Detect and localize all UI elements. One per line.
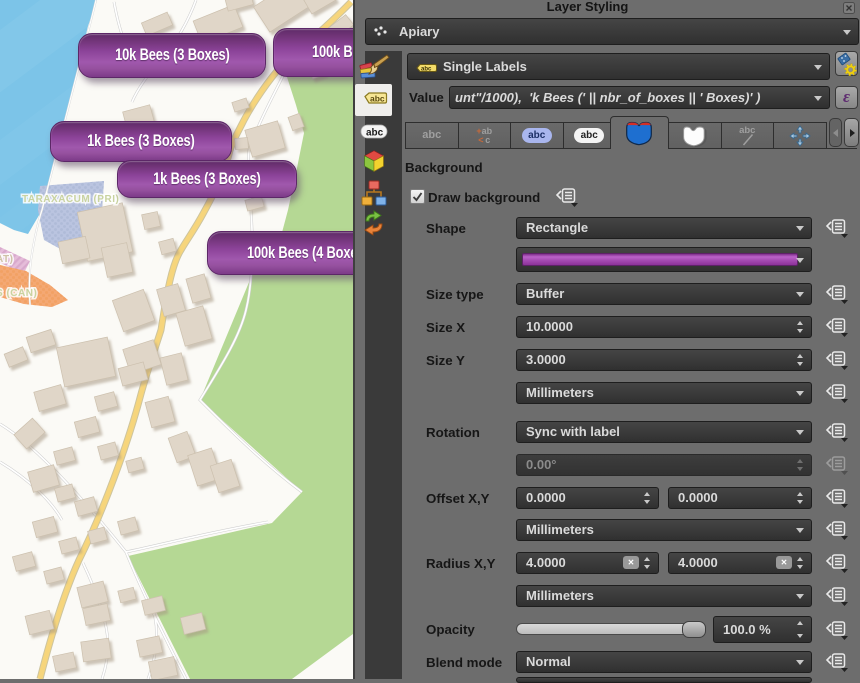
svg-text:AT): AT) (0, 254, 13, 265)
svg-text:TARAXACUM (PRI): TARAXACUM (PRI) (22, 194, 119, 205)
svg-text:abc: abc (370, 94, 385, 104)
svg-text:S (CAN): S (CAN) (0, 288, 37, 299)
svg-text:abc: abc (366, 128, 384, 139)
svg-text:abc: abc (421, 67, 432, 73)
